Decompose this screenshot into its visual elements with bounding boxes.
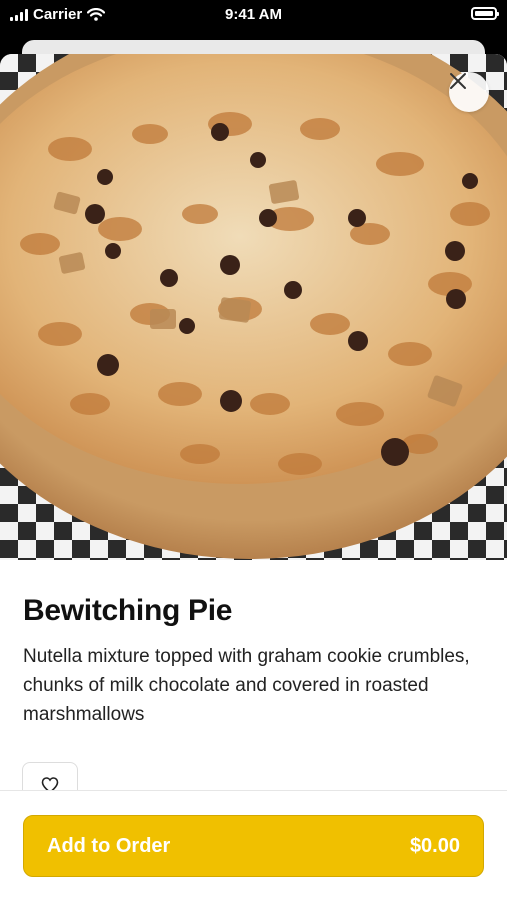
item-info: Bewitching Pie Nutella mixture topped wi… [23, 594, 484, 729]
battery-icon [471, 7, 499, 20]
status-time: 9:41 AM [225, 6, 282, 23]
pizza-photo [0, 54, 507, 559]
add-to-order-label: Add to Order [47, 834, 171, 857]
item-detail-sheet: Bewitching Pie Nutella mixture topped wi… [0, 54, 507, 900]
status-bar: Carrier 9:41 AM [0, 0, 507, 32]
item-title: Bewitching Pie [23, 594, 233, 627]
item-description: Nutella mixture topped with graham cooki… [23, 646, 470, 725]
order-footer: Add to Order $0.00 [0, 790, 507, 900]
item-photo [0, 54, 507, 560]
close-icon [450, 73, 466, 89]
add-to-order-button[interactable]: Add to Order $0.00 [23, 815, 484, 877]
close-button[interactable] [449, 72, 489, 112]
order-price: $0.00 [409, 834, 460, 857]
